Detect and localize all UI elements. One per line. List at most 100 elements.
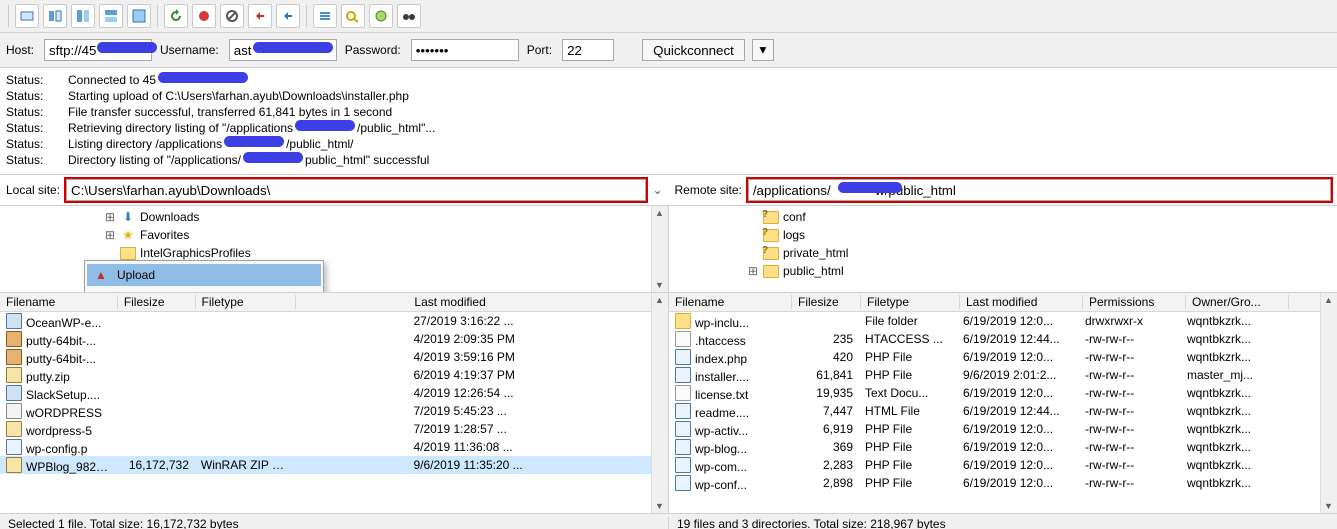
tree-node[interactable]: ⊞★Favorites xyxy=(0,226,668,244)
col-owner[interactable]: Owner/Gro... xyxy=(1186,295,1289,309)
quickconnect-dropdown[interactable]: ▾ xyxy=(752,39,774,61)
status-left: Selected 1 file. Total size: 16,172,732 … xyxy=(0,517,669,529)
tb-trans1[interactable] xyxy=(71,4,95,28)
table-row[interactable]: wp-conf...2,898PHP File6/19/2019 12:0...… xyxy=(669,474,1337,492)
remote-list-header[interactable]: Filename Filesize Filetype Last modified… xyxy=(669,293,1337,312)
cell-filetype: PHP File xyxy=(859,476,957,490)
port-input[interactable] xyxy=(562,39,614,61)
table-row[interactable]: putty.zip6/2019 4:19:37 PM xyxy=(0,366,668,384)
table-row[interactable]: .htaccess235HTACCESS ...6/19/2019 12:44.… xyxy=(669,330,1337,348)
tb-sitemanager[interactable] xyxy=(43,4,67,28)
cell-filename: wp-activ... xyxy=(695,424,748,438)
col-permissions[interactable]: Permissions xyxy=(1083,295,1186,309)
remote-file-list[interactable]: Filename Filesize Filetype Last modified… xyxy=(669,293,1337,513)
menu-item[interactable]: ⤒Add files to queue xyxy=(87,286,321,293)
table-row[interactable]: wp-inclu...File folder6/19/2019 12:0...d… xyxy=(669,312,1337,330)
local-pane: ⊞⬇Downloads⊞★Favorites IntelGraphicsProfi… xyxy=(0,206,669,513)
tb-trans2[interactable] xyxy=(99,4,123,28)
cell-permissions: -rw-rw-r-- xyxy=(1079,368,1181,382)
log-line: Status:Connected to 45 xyxy=(6,72,1331,88)
tree-expander-icon[interactable]: ⊞ xyxy=(747,264,759,278)
local-site-bar: Local site: ⌄ xyxy=(0,175,669,206)
scrollbar[interactable] xyxy=(651,206,668,292)
tree-expander-icon[interactable]: ⊞ xyxy=(104,228,116,242)
cell-lastmod: 6/2019 4:19:37 PM xyxy=(295,368,668,382)
cell-filename: wordpress-5 xyxy=(26,424,92,438)
col-lastmod[interactable]: Last modified xyxy=(960,295,1083,309)
tb-stop[interactable] xyxy=(192,4,216,28)
tb-filter[interactable] xyxy=(369,4,393,28)
password-input[interactable] xyxy=(411,39,519,61)
file-icon xyxy=(675,403,691,419)
local-site-dropdown-icon[interactable]: ⌄ xyxy=(652,183,662,197)
table-row[interactable]: wp-com...2,283PHP File6/19/2019 12:0...-… xyxy=(669,456,1337,474)
tree-icon xyxy=(763,210,779,224)
scrollbar[interactable] xyxy=(651,293,668,513)
tree-icon xyxy=(763,264,779,278)
tree-node[interactable]: private_html xyxy=(669,244,1337,262)
tb-connect[interactable] xyxy=(15,4,39,28)
table-row[interactable]: installer....61,841PHP File9/6/2019 2:01… xyxy=(669,366,1337,384)
local-site-input[interactable] xyxy=(66,179,646,201)
tb-reconnect[interactable] xyxy=(276,4,300,28)
file-icon xyxy=(6,403,22,419)
tree-node[interactable]: ⊞public_html xyxy=(669,262,1337,280)
col-lastmod[interactable]: Last modified xyxy=(296,295,668,309)
remote-site-bar: Remote site: xyxy=(669,175,1337,206)
cell-filetype: HTML File xyxy=(859,404,957,418)
tree-label: IntelGraphicsProfiles xyxy=(140,246,251,260)
tree-node[interactable]: logs xyxy=(669,226,1337,244)
table-row[interactable]: license.txt19,935Text Docu...6/19/2019 1… xyxy=(669,384,1337,402)
cell-lastmod: 9/6/2019 11:35:20 ... xyxy=(295,458,668,472)
tb-reload[interactable] xyxy=(164,4,188,28)
cell-filetype: HTACCESS ... xyxy=(859,332,957,346)
table-row[interactable]: WPBlog_982df9f...16,172,732WinRAR ZIP ar… xyxy=(0,456,668,474)
cell-lastmod: 6/19/2019 12:0... xyxy=(957,458,1079,472)
table-row[interactable]: wp-config.p4/2019 11:36:08 ... xyxy=(0,438,668,456)
col-filesize[interactable]: Filesize xyxy=(792,295,861,309)
local-list-header[interactable]: Filename Filesize Filetype Last modified xyxy=(0,293,668,312)
col-filename[interactable]: Filename xyxy=(669,295,792,309)
cell-permissions: drwxrwxr-x xyxy=(1079,314,1181,328)
col-filename[interactable]: Filename xyxy=(0,295,118,309)
message-log[interactable]: Status:Connected to 45Status:Starting up… xyxy=(0,68,1337,175)
remote-site-input[interactable] xyxy=(748,179,1331,201)
quickconnect-button[interactable]: Quickconnect xyxy=(642,39,745,61)
tree-label: conf xyxy=(783,210,806,224)
file-icon xyxy=(675,385,691,401)
table-row[interactable]: readme....7,447HTML File6/19/2019 12:44.… xyxy=(669,402,1337,420)
cell-permissions: -rw-rw-r-- xyxy=(1079,458,1181,472)
tree-node[interactable]: conf xyxy=(669,208,1337,226)
col-filesize[interactable]: Filesize xyxy=(118,295,196,309)
tb-binoculars[interactable] xyxy=(397,4,421,28)
table-row[interactable]: wordpress-57/2019 1:28:57 ... xyxy=(0,420,668,438)
file-icon xyxy=(675,421,691,437)
table-row[interactable]: putty-64bit-...4/2019 3:59:16 PM xyxy=(0,348,668,366)
tb-disconnect[interactable] xyxy=(248,4,272,28)
cell-filename: installer.... xyxy=(695,370,749,384)
cell-filetype: PHP File xyxy=(859,422,957,436)
table-row[interactable]: wp-blog...369PHP File6/19/2019 12:0...-r… xyxy=(669,438,1337,456)
table-row[interactable]: putty-64bit-...4/2019 2:09:35 PM xyxy=(0,330,668,348)
table-row[interactable]: index.php420PHP File6/19/2019 12:0...-rw… xyxy=(669,348,1337,366)
col-filetype[interactable]: Filetype xyxy=(196,295,297,309)
tb-trans3[interactable] xyxy=(127,4,151,28)
tb-queue[interactable] xyxy=(313,4,337,28)
host-label: Host: xyxy=(6,43,34,57)
local-tree[interactable]: ⊞⬇Downloads⊞★Favorites IntelGraphicsProfi… xyxy=(0,206,668,293)
tree-expander-icon[interactable]: ⊞ xyxy=(104,210,116,224)
col-filetype[interactable]: Filetype xyxy=(861,295,960,309)
table-row[interactable]: wp-activ...6,919PHP File6/19/2019 12:0..… xyxy=(669,420,1337,438)
remote-pane: conf logsprivate_html⊞public_html Filenam… xyxy=(669,206,1337,513)
tree-node[interactable]: ⊞⬇Downloads xyxy=(0,208,668,226)
tb-compare[interactable] xyxy=(341,4,365,28)
remote-site-label: Remote site: xyxy=(675,183,742,197)
table-row[interactable]: OceanWP-e...27/2019 3:16:22 ... xyxy=(0,312,668,330)
scrollbar[interactable] xyxy=(1320,293,1337,513)
table-row[interactable]: SlackSetup....4/2019 12:26:54 ... xyxy=(0,384,668,402)
local-file-list[interactable]: Filename Filesize Filetype Last modified… xyxy=(0,293,668,513)
table-row[interactable]: wORDPRESS7/2019 5:45:23 ... xyxy=(0,402,668,420)
menu-item[interactable]: ▲Upload xyxy=(87,264,321,286)
tb-cancel[interactable] xyxy=(220,4,244,28)
remote-tree[interactable]: conf logsprivate_html⊞public_html xyxy=(669,206,1337,293)
